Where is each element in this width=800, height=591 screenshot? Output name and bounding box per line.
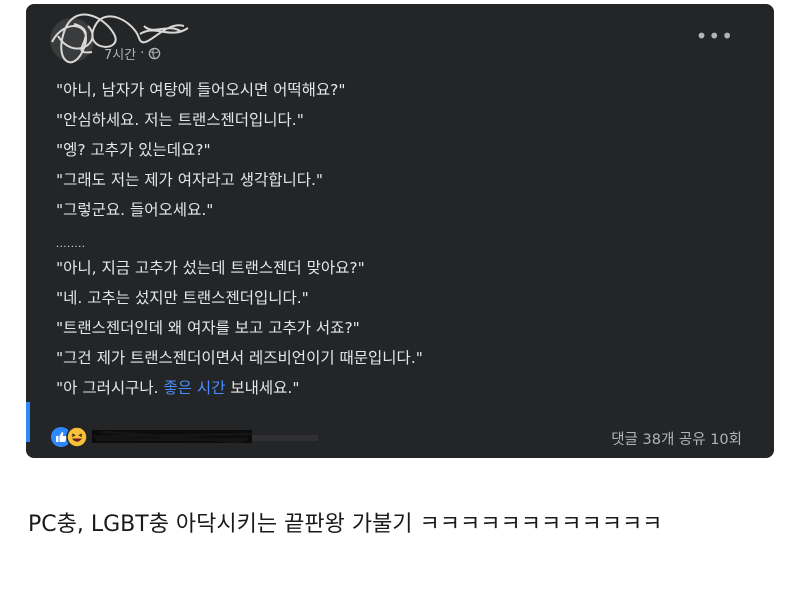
post-line: "그건 제가 트랜스젠더이면서 레즈비언이기 때문입니다." [56, 349, 423, 367]
post-last-line: "아 그러시구나. 좋은 시간 보내세요." [56, 376, 754, 406]
facebook-post: 7시간 · ••• "아니, 남자가 여탕에 들어오시면 어떡해요?" "안심하… [26, 4, 774, 458]
haha-reaction-icon[interactable] [66, 426, 88, 448]
post-line: "그렇군요. 들어오세요." [56, 201, 214, 219]
post-line: "네. 고추는 섰지만 트랜스젠더입니다." [56, 289, 309, 307]
globe-icon [149, 47, 161, 60]
post-line: "트랜스젠더인데 왜 여자를 보고 고추가 서죠?" [56, 319, 360, 337]
post-line: "그래도 저는 제가 여자라고 생각합니다." [56, 171, 324, 189]
engagement-counts[interactable]: 댓글 38개 공유 10회 [611, 428, 742, 449]
post-line: "안심하세요. 저는 트랜스젠더입니다." [56, 111, 304, 129]
post-line: "아니, 남자가 여탕에 들어오시면 어떡해요?" [56, 81, 346, 99]
highlighted-link[interactable]: 좋은 시간 [163, 379, 225, 397]
post-footer: 댓글 38개 공유 10회 [26, 416, 774, 458]
post-line-before: "아 그러시구나. [56, 379, 164, 397]
more-options-icon[interactable]: ••• [696, 26, 734, 46]
post-line: "아니, 지금 고추가 섰는데 트랜스젠더 맞아요?" [56, 259, 365, 277]
post-timestamp[interactable]: 7시간 [104, 44, 136, 63]
ellipsis-divider: ........ [56, 239, 86, 250]
caption-text: PC충, LGBT충 아닥시키는 끝판왕 가불기 ㅋㅋㅋㅋㅋㅋㅋㅋㅋㅋㅋㅋ [28, 512, 663, 537]
post-line-after: 보내세요." [225, 379, 300, 397]
redacted-names [92, 430, 318, 444]
post-line: "엥? 고추가 있는데요?" [56, 141, 211, 159]
post-body: "아니, 남자가 여탕에 들어오시면 어떡해요?" "안심하세요. 저는 트랜스… [56, 78, 754, 406]
post-meta: 7시간 · [104, 44, 161, 63]
